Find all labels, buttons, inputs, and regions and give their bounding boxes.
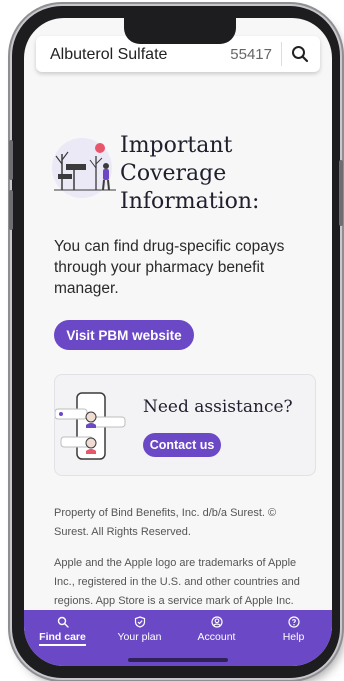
search-zip-text[interactable]: 55417 (230, 46, 272, 63)
visit-pbm-website-button[interactable]: Visit PBM website (54, 320, 194, 350)
search-icon[interactable] (286, 40, 314, 68)
nav-help[interactable]: Help (255, 610, 332, 666)
home-indicator (128, 658, 228, 662)
assistance-illustration (54, 387, 127, 467)
coverage-body-text: You can find drug-specific copays throug… (54, 238, 285, 297)
user-circle-icon (210, 616, 223, 628)
coverage-title: Important Coverage Information: (120, 132, 300, 216)
search-divider (281, 42, 282, 66)
contact-us-button[interactable]: Contact us (143, 433, 221, 457)
coverage-title-line3: Information: (120, 189, 260, 214)
coverage-title-line1: Important (120, 133, 233, 158)
nav-your-plan-label: Your plan (117, 631, 162, 643)
assistance-title: Need assistance? (143, 397, 293, 417)
legal-paragraph-2: Apple and the Apple logo are trademarks … (54, 557, 300, 607)
volume-down-button (9, 190, 13, 230)
volume-up-button (9, 140, 13, 180)
legal-paragraph-1: Property of Bind Benefits, Inc. d/b/a Su… (54, 507, 277, 538)
nav-help-label: Help (282, 631, 305, 643)
search-icon (57, 616, 69, 628)
help-icon (287, 616, 300, 628)
nav-find-care-label: Find care (39, 631, 86, 646)
shield-icon (134, 616, 146, 628)
search-drug-text[interactable]: Albuterol Sulfate (50, 46, 167, 64)
phone-screen: Albuterol Sulfate 55417 Important Covera… (24, 18, 332, 666)
nav-find-care[interactable]: Find care (24, 610, 101, 666)
legal-text: Property of Bind Benefits, Inc. d/b/a Su… (54, 504, 306, 623)
coverage-title-line2: Coverage (120, 161, 227, 186)
assistance-card: Need assistance? Contact us (54, 374, 316, 476)
notch (124, 18, 236, 44)
coverage-illustration (52, 130, 118, 202)
power-button (339, 160, 343, 226)
nav-account-label: Account (197, 631, 236, 643)
